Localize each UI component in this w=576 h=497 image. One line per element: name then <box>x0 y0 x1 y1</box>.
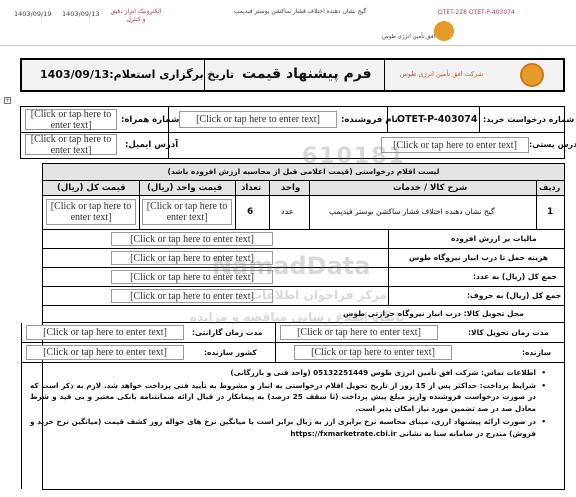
summary-transport-row: [Click or tap here to enter text] هزینه … <box>43 249 564 268</box>
sum-digits-label: جمع کل (ریال) به عدد: <box>473 272 558 281</box>
email-label: آدرس ایمیل: <box>125 140 179 150</box>
bullet-icon: • <box>541 380 546 390</box>
sum-words-input[interactable]: [Click or tap here to enter text] <box>111 289 273 303</box>
request-no-label: شماره درخواست خرید: <box>483 115 575 124</box>
header-total-price: قیمت کل (ریال) <box>57 183 126 193</box>
postal-label: آدرس پستی: <box>529 140 576 149</box>
country-input[interactable]: [Click or tap here to enter text] <box>26 345 184 360</box>
country-label: کشور سازنده: <box>204 348 257 357</box>
note-currency: • در صورت ارائه پیشنهاد ارزی، مبنای محاس… <box>30 417 546 438</box>
table-header-row: قیمت کل (ریال) قیمت واحد (ریال) تعداد وا… <box>43 181 564 196</box>
delivery-time-row: [Click or tap here to enter text] مدت زم… <box>21 323 564 343</box>
bullet-icon: • <box>541 368 546 377</box>
summary-vat-row: [Click or tap here to enter text] مالیات… <box>43 230 564 249</box>
header-unit-price: قیمت واحد (ریال) <box>147 183 223 193</box>
form-title: فرم پیشنهاد قیمت <box>242 66 372 82</box>
header-item-title: گیج نشان دهنده اختلاف فشار ساکشن بوستر ف… <box>233 8 367 15</box>
header-strip: 1403/09/19 1403/09/13 الکترونیک ابزار دق… <box>0 0 576 46</box>
bullet-icon: • <box>541 417 546 426</box>
total-price-input[interactable]: [Click or tap here to enter text] <box>46 199 136 225</box>
info-row-2: [Click or tap here to enter text] آدرس ا… <box>20 133 576 159</box>
table-anchor-icon[interactable]: + <box>4 97 11 104</box>
header-row: ردیف <box>539 183 561 192</box>
transport-label: هزینه حمل تا درب انبار نیروگاه طوس <box>409 253 548 262</box>
delivery-time-input[interactable]: [Click or tap here to enter text] <box>280 325 438 340</box>
header-date-1: 1403/09/19 <box>14 10 52 18</box>
vat-label: مالیات بر ارزش افزوده <box>451 234 537 243</box>
item-qty: 6 <box>247 207 254 217</box>
warranty-label: مدت زمان گارانتی: <box>192 328 263 337</box>
warranty-input[interactable]: [Click or tap here to enter text] <box>26 325 184 340</box>
sum-digits-input[interactable]: [Click or tap here to enter text] <box>111 270 273 284</box>
table-row: [Click or tap here to enter text] [Click… <box>43 196 564 230</box>
header-desc: شرح کالا / خدمات <box>393 183 468 193</box>
notes-section: • اطلاعات تماس: شرکت افق تأمین انرژی طوس… <box>21 363 564 489</box>
delivery-time-label: مدت زمان تحویل کالا: <box>468 328 549 337</box>
item-unit: عدد <box>281 207 294 216</box>
request-no-value: OTET-P-403074 <box>397 114 478 125</box>
seller-input[interactable]: [Click or tap here to enter text] <box>179 111 337 128</box>
manufacturer-label: سازنده: <box>522 348 552 357</box>
transport-input[interactable]: [Click or tap here to enter text] <box>111 251 273 265</box>
mobile-label: شماره همراه: <box>121 115 180 125</box>
header-qty: تعداد <box>241 183 262 193</box>
header-category: الکترونیک ابزار دقیق و کنترل <box>110 8 162 23</box>
summary-sum-words-row: [Click or tap here to enter text] جمع کل… <box>43 287 564 306</box>
title-bar: تاریخ برگزاری استعلام:1403/09/13 فرم پیش… <box>20 58 565 92</box>
note-contact: • اطلاعات تماس: شرکت افق تأمین انرژی طوس… <box>230 368 546 377</box>
logo-text: شرکت افق تأمین انرژی طوس <box>400 70 484 78</box>
header-unit: واحد <box>281 183 301 193</box>
seller-label: نام فروشنده: <box>341 115 398 125</box>
note-payment: • شرایط پرداخت: حداکثر پس از 15 روز از ت… <box>30 380 546 413</box>
item-row-number: 1 <box>547 207 554 217</box>
vat-input[interactable]: [Click or tap here to enter text] <box>111 232 273 246</box>
delivery-place-row: محل تحویل کالا: درب انبار نیروگاه حرارتی… <box>43 306 564 323</box>
item-desc: گیج نشان دهنده اختلاف فشار ساکشن بوستر ف… <box>329 207 495 216</box>
header-date-2: 1403/09/13 <box>62 10 100 18</box>
manufacturer-row: [Click or tap here to enter text] کشور س… <box>21 343 564 363</box>
manufacturer-input[interactable]: [Click or tap here to enter text] <box>294 345 452 360</box>
sum-words-label: جمع کل (ریال) به حروف: <box>467 291 562 300</box>
header-ref-numbers: OTET-228 OTET-P-403074 <box>438 9 515 16</box>
delivery-place-label: محل تحویل کالا: درب انبار نیروگاه حرارتی… <box>343 309 524 318</box>
summary-sum-digits-row: [Click or tap here to enter text] جمع کل… <box>43 268 564 287</box>
company-logo-icon <box>520 63 544 87</box>
postal-input[interactable]: [Click or tap here to enter text] <box>381 137 529 153</box>
header-company-small: افق تأمین انرژی طوس <box>382 34 435 40</box>
email-input[interactable]: [Click or tap here to enter text] <box>25 134 117 156</box>
items-table: لیست اقلام درخواستی (قیمت اعلامی قبل از … <box>21 163 565 490</box>
unit-price-input[interactable]: [Click or tap here to enter text] <box>142 199 232 225</box>
info-row-1: [Click or tap here to enter text] شماره … <box>20 106 574 133</box>
mobile-input[interactable]: [Click or tap here to enter text] <box>25 109 117 131</box>
header-logo-icon <box>434 21 454 41</box>
table-caption: لیست اقلام درخواستی (قیمت اعلامی قبل از … <box>43 164 564 181</box>
